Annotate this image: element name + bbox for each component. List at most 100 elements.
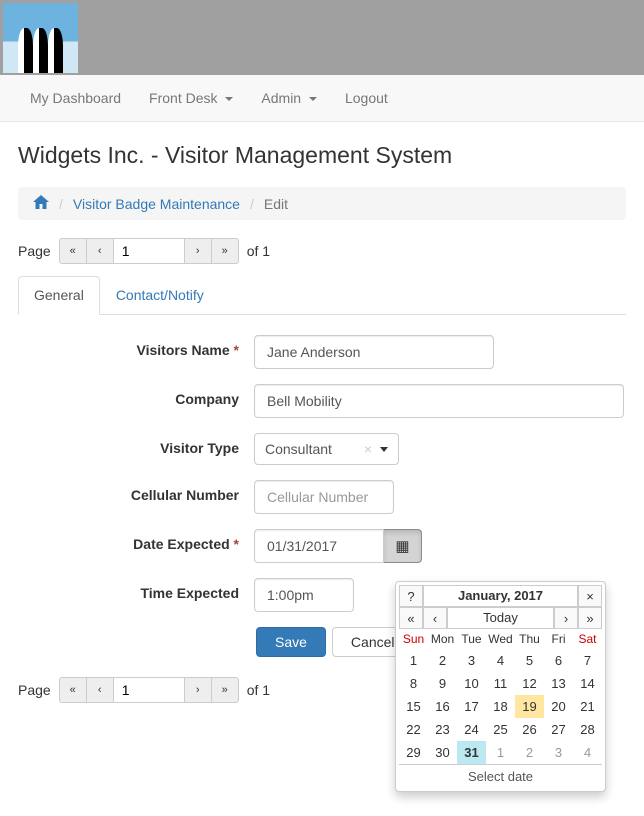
label-company: Company [18, 384, 254, 407]
datepicker-dow: Sat [573, 629, 602, 649]
pager-label: Page [18, 243, 51, 259]
datepicker-prev-year[interactable]: « [399, 607, 423, 629]
company-input[interactable] [254, 384, 624, 418]
chevron-down-icon [380, 447, 388, 452]
header-bar [0, 0, 644, 75]
datepicker-dow: Mon [428, 629, 457, 649]
label-cellular-number: Cellular Number [18, 480, 254, 503]
datepicker-day[interactable]: 14 [573, 672, 602, 695]
datepicker-dow: Tue [457, 629, 486, 649]
main-nav: My Dashboard Front Desk Admin Logout [0, 75, 644, 122]
datepicker-popup: ? January, 2017 × « ‹ Today › » SunMonTu… [395, 581, 606, 792]
nav-logout[interactable]: Logout [331, 75, 402, 121]
tab-general[interactable]: General [18, 276, 100, 315]
pager-last-button[interactable]: » [211, 677, 239, 703]
chevron-down-icon [309, 97, 317, 101]
datepicker-day[interactable]: 3 [544, 741, 573, 764]
label-visitors-name: Visitors Name * [18, 335, 254, 358]
datepicker-day[interactable]: 1 [486, 741, 515, 764]
datepicker-day[interactable]: 29 [399, 741, 428, 764]
datepicker-next-year[interactable]: » [578, 607, 602, 629]
calendar-icon: ▦ [395, 537, 409, 555]
datepicker-day[interactable]: 28 [573, 718, 602, 741]
pager-prev-button[interactable]: ‹ [86, 677, 114, 703]
datepicker-footer: Select date [399, 764, 602, 788]
datepicker-day[interactable]: 2 [515, 741, 544, 764]
datepicker-day[interactable]: 24 [457, 718, 486, 741]
pager-page-input[interactable] [113, 677, 185, 703]
pager-total: of 1 [247, 243, 270, 259]
breadcrumb-active: Edit [264, 196, 288, 212]
datepicker-day[interactable]: 7 [573, 649, 602, 672]
logo-image [3, 3, 78, 73]
datepicker-day[interactable]: 9 [428, 672, 457, 695]
pager-total: of 1 [247, 682, 270, 698]
time-expected-input[interactable] [254, 578, 354, 612]
datepicker-dow: Wed [486, 629, 515, 649]
home-icon[interactable] [33, 195, 49, 212]
datepicker-day[interactable]: 27 [544, 718, 573, 741]
datepicker-day[interactable]: 23 [428, 718, 457, 741]
datepicker-day[interactable]: 20 [544, 695, 573, 718]
datepicker-prev-month[interactable]: ‹ [423, 607, 447, 629]
datepicker-title[interactable]: January, 2017 [423, 585, 578, 607]
datepicker-day[interactable]: 17 [457, 695, 486, 718]
datepicker-next-month[interactable]: › [554, 607, 578, 629]
datepicker-day[interactable]: 25 [486, 718, 515, 741]
datepicker-day[interactable]: 1 [399, 649, 428, 672]
pager-page-input[interactable] [113, 238, 185, 264]
datepicker-day[interactable]: 30 [428, 741, 457, 764]
datepicker-day[interactable]: 2 [428, 649, 457, 672]
datepicker-day[interactable]: 21 [573, 695, 602, 718]
pager-prev-button[interactable]: ‹ [86, 238, 114, 264]
datepicker-day[interactable]: 22 [399, 718, 428, 741]
datepicker-day[interactable]: 18 [486, 695, 515, 718]
pager-next-button[interactable]: › [184, 238, 212, 264]
pager-next-button[interactable]: › [184, 677, 212, 703]
label-time-expected: Time Expected [18, 578, 254, 601]
nav-my-dashboard[interactable]: My Dashboard [16, 75, 135, 121]
datepicker-day[interactable]: 16 [428, 695, 457, 718]
datepicker-dow: Sun [399, 629, 428, 649]
datepicker-day[interactable]: 19 [515, 695, 544, 718]
chevron-down-icon [225, 97, 233, 101]
datepicker-help-button[interactable]: ? [399, 585, 423, 607]
datepicker-day[interactable]: 4 [573, 741, 602, 764]
pager-first-button[interactable]: « [59, 238, 87, 264]
datepicker-day[interactable]: 3 [457, 649, 486, 672]
save-button[interactable]: Save [256, 627, 326, 657]
datepicker-day[interactable]: 6 [544, 649, 573, 672]
datepicker-day[interactable]: 31 [457, 741, 486, 764]
datepicker-dow: Fri [544, 629, 573, 649]
pager-first-button[interactable]: « [59, 677, 87, 703]
date-expected-input[interactable] [254, 529, 384, 563]
datepicker-day[interactable]: 8 [399, 672, 428, 695]
datepicker-day[interactable]: 13 [544, 672, 573, 695]
visitors-name-input[interactable] [254, 335, 494, 369]
label-visitor-type: Visitor Type [18, 433, 254, 456]
datepicker-day[interactable]: 15 [399, 695, 428, 718]
cellular-number-input[interactable] [254, 480, 394, 514]
clear-icon[interactable]: × [364, 441, 372, 457]
pager-label: Page [18, 682, 51, 698]
pager-top: Page « ‹ › » of 1 [18, 238, 626, 264]
datepicker-today-button[interactable]: Today [447, 607, 554, 629]
datepicker-day[interactable]: 4 [486, 649, 515, 672]
breadcrumb-link[interactable]: Visitor Badge Maintenance [73, 196, 240, 212]
visitor-type-select[interactable]: Consultant × [254, 433, 399, 465]
nav-front-desk[interactable]: Front Desk [135, 75, 247, 121]
datepicker-day[interactable]: 11 [486, 672, 515, 695]
pager-last-button[interactable]: » [211, 238, 239, 264]
datepicker-dow: Thu [515, 629, 544, 649]
breadcrumb: / Visitor Badge Maintenance / Edit [18, 187, 626, 220]
datepicker-day[interactable]: 26 [515, 718, 544, 741]
nav-admin[interactable]: Admin [247, 75, 331, 121]
date-picker-button[interactable]: ▦ [384, 529, 422, 563]
datepicker-day[interactable]: 12 [515, 672, 544, 695]
datepicker-close-button[interactable]: × [578, 585, 602, 607]
datepicker-day[interactable]: 10 [457, 672, 486, 695]
tabs: General Contact/Notify [18, 276, 626, 315]
page-title: Widgets Inc. - Visitor Management System [18, 142, 626, 169]
datepicker-day[interactable]: 5 [515, 649, 544, 672]
tab-contact-notify[interactable]: Contact/Notify [100, 276, 220, 314]
